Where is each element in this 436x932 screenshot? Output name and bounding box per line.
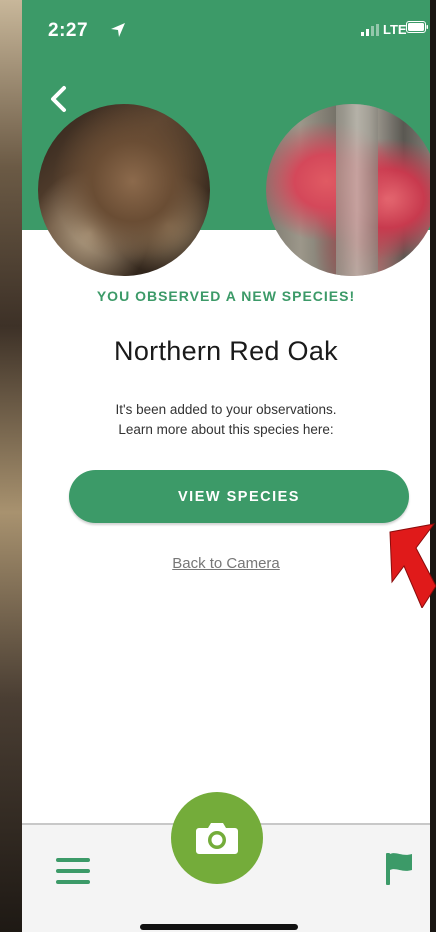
view-species-button[interactable]: VIEW SPECIES xyxy=(69,470,409,523)
annotation-arrow-icon xyxy=(389,523,436,608)
back-to-camera-link[interactable]: Back to Camera xyxy=(22,555,430,572)
background-photo-edge xyxy=(0,0,22,932)
message-line-2: Learn more about this species here: xyxy=(118,422,334,437)
network-label: LTE xyxy=(383,22,407,37)
flag-icon[interactable] xyxy=(384,851,414,885)
background-edge-right xyxy=(430,0,436,932)
location-arrow-icon xyxy=(111,23,125,37)
status-time: 2:27 xyxy=(48,20,89,41)
camera-button[interactable] xyxy=(171,792,263,884)
observation-message: It's been added to your observations. Le… xyxy=(22,400,430,440)
species-name: Northern Red Oak xyxy=(114,336,338,366)
camera-icon xyxy=(196,823,238,854)
menu-icon[interactable] xyxy=(56,856,90,886)
new-species-headline: YOU OBSERVED A NEW SPECIES! xyxy=(96,288,356,304)
battery-icon xyxy=(406,21,428,33)
species-reference-photo xyxy=(266,104,430,276)
photo-tree-trunk xyxy=(336,104,378,276)
back-button[interactable] xyxy=(44,82,74,116)
message-line-1: It's been added to your observations. xyxy=(115,402,337,417)
observed-photo xyxy=(38,104,210,276)
home-indicator xyxy=(140,924,298,930)
signal-icon xyxy=(361,24,379,36)
status-bar: 2:27 LTE xyxy=(22,0,430,56)
